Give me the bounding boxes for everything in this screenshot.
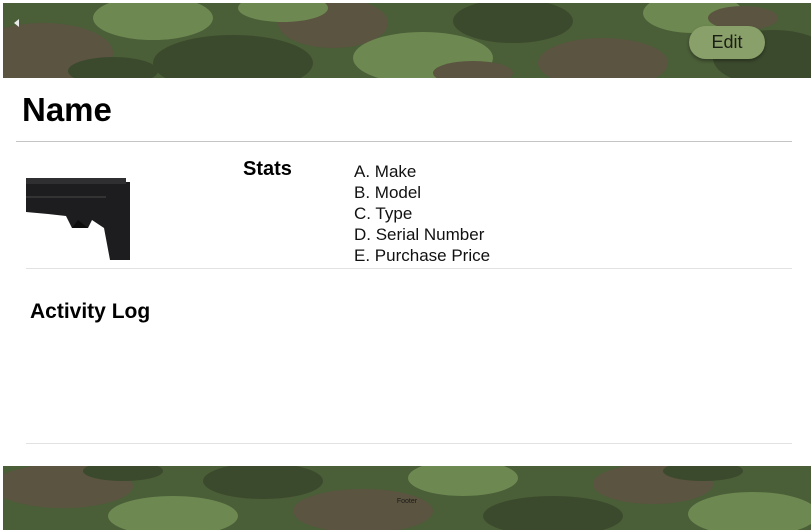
stats-item-model: B. Model: [354, 183, 422, 202]
footer-text: Footer: [396, 498, 418, 505]
activity-divider: [26, 443, 792, 444]
footer-bar: Footer: [3, 466, 811, 530]
app-frame: Edit Name Stats A. Make B. Model C. Type…: [3, 3, 811, 530]
activity-log-heading: Activity Log: [30, 300, 151, 323]
page-title: Name: [22, 91, 112, 128]
title-divider: [16, 141, 792, 142]
back-icon[interactable]: [13, 18, 27, 32]
stats-list: A. Make B. Model C. Type D. Serial Numbe…: [354, 161, 490, 266]
stats-divider: [26, 268, 792, 269]
triangle-left-icon: [14, 19, 19, 27]
edit-button[interactable]: Edit: [689, 26, 765, 59]
firearm-image: [26, 178, 130, 260]
stats-item-purchase-price: E. Purchase Price: [354, 246, 491, 265]
stats-item-make: A. Make: [354, 162, 417, 181]
stats-item-type: C. Type: [354, 204, 413, 223]
stats-item-serial-number: D. Serial Number: [354, 225, 485, 244]
header-bar: Edit: [3, 3, 811, 78]
stats-heading: Stats: [243, 158, 292, 180]
